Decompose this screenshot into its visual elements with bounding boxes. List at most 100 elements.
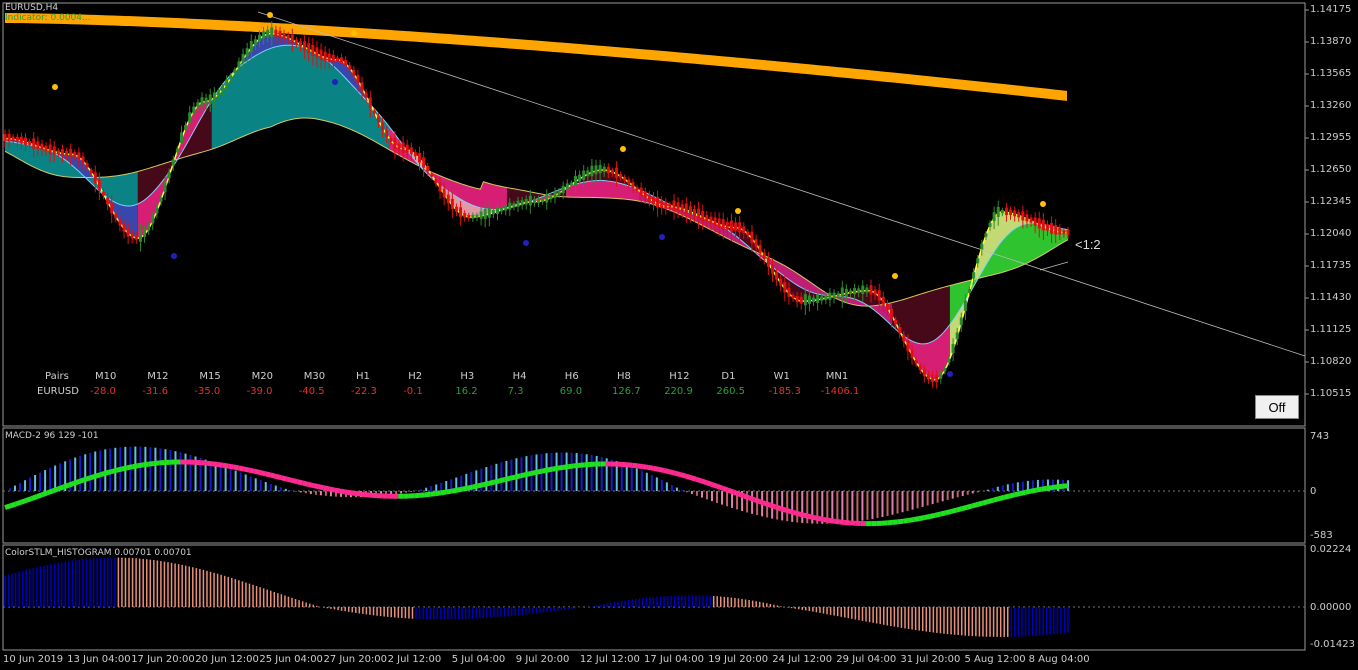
candle-body	[85, 163, 89, 168]
candle-body	[553, 191, 557, 198]
candle-body	[988, 222, 992, 227]
macd-signal	[689, 475, 697, 482]
chart-window: EURUSD,H4 Indicator: 0.0004... 1.14175 1.…	[0, 0, 1358, 670]
candle-body	[910, 350, 914, 358]
candle-body	[803, 294, 807, 306]
candle-body	[816, 294, 820, 303]
candle-body	[528, 195, 532, 206]
candle-body	[844, 288, 848, 297]
candle-body	[922, 369, 926, 377]
candle-body	[582, 170, 586, 180]
candle-body	[1017, 212, 1021, 218]
candle-body	[81, 156, 85, 164]
macd-signal	[982, 499, 989, 506]
candle-body	[1037, 218, 1041, 229]
candle-body	[931, 375, 935, 382]
macd-signal	[126, 464, 134, 471]
macd-signal	[987, 497, 995, 504]
table-strength-value: -31.6	[142, 386, 169, 397]
candle-body	[1058, 228, 1062, 235]
candle-body	[615, 167, 619, 178]
candle-body	[175, 148, 179, 153]
candle-body	[508, 202, 512, 210]
macd-signal	[153, 460, 160, 466]
off-button[interactable]: Off	[1255, 395, 1299, 419]
time-tick-label: 17 Jun 20:00	[131, 654, 195, 665]
candle-body	[820, 296, 824, 301]
candle-body	[446, 194, 450, 204]
candle-body	[1033, 217, 1037, 226]
macd-signal	[1008, 492, 1016, 499]
candle-body	[106, 197, 110, 205]
table-timeframe-header: M10	[95, 371, 117, 382]
candle-body	[512, 203, 516, 208]
candle-body	[155, 207, 159, 214]
price-tick-label: 1.11430	[1310, 292, 1352, 303]
macd-signal	[541, 467, 548, 474]
macd-signal	[525, 470, 532, 478]
macd-signal	[817, 516, 824, 522]
macd-signal	[647, 464, 654, 471]
price-chart[interactable]	[0, 0, 1358, 670]
candle-body	[853, 287, 857, 295]
table-timeframe-header: H3	[460, 371, 475, 382]
candle-body	[1066, 229, 1070, 235]
price-tick-label: 1.14175	[1310, 4, 1352, 15]
candle-body	[836, 293, 840, 297]
macd-signal	[663, 468, 670, 475]
candle-body	[1025, 214, 1029, 222]
candle-body	[225, 79, 229, 87]
candle-body	[315, 47, 319, 58]
indicator-tick-label: -583	[1310, 530, 1333, 541]
macd-signal	[950, 507, 958, 514]
macd-signal	[668, 469, 676, 476]
macd-signal	[264, 471, 272, 478]
macd-signal	[105, 469, 112, 476]
candle-body	[204, 97, 208, 105]
macd-signal	[254, 468, 261, 475]
candle-body	[697, 208, 701, 220]
candle-body	[364, 92, 368, 98]
candle-body	[381, 122, 385, 131]
macd-signal	[758, 499, 766, 506]
macd-signal	[51, 486, 60, 494]
macd-signal	[46, 488, 54, 496]
macd-signal	[137, 462, 144, 469]
time-tick-label: 31 Jul 20:00	[900, 654, 961, 665]
table-timeframe-header: H4	[512, 371, 527, 382]
macd-signal	[312, 483, 320, 490]
candle-body	[434, 178, 438, 184]
candle-body	[241, 53, 245, 63]
candle-body	[233, 69, 237, 74]
candle-body	[102, 191, 106, 196]
ratio-label: <1:2	[1075, 237, 1101, 252]
candle-body	[463, 213, 467, 218]
candle-body	[1041, 219, 1045, 231]
candle-body	[918, 365, 922, 371]
candle-body	[586, 170, 590, 177]
candle-body	[770, 264, 774, 274]
candle-body	[791, 295, 795, 299]
candle-body	[643, 191, 647, 199]
fractal-dot	[332, 79, 338, 85]
candle-body	[331, 54, 335, 63]
macd-signal	[1030, 487, 1037, 494]
candle-body	[606, 166, 610, 173]
candle-body	[44, 145, 48, 152]
candle-body	[959, 317, 963, 326]
candle-body	[877, 290, 881, 301]
candle-body	[73, 152, 77, 157]
candle-body	[311, 44, 315, 56]
candle-body	[97, 179, 101, 191]
candle-body	[651, 196, 655, 205]
macd-signal	[89, 473, 97, 481]
macd-signal	[9, 501, 17, 509]
price-tick-label: 1.11125	[1310, 324, 1352, 335]
candle-body	[430, 173, 434, 177]
candle-body	[672, 200, 676, 211]
candle-body	[1021, 211, 1025, 221]
candle-body	[196, 102, 200, 108]
macd-signal	[429, 491, 436, 497]
candle-body	[1050, 223, 1054, 234]
candle-body	[151, 216, 155, 224]
